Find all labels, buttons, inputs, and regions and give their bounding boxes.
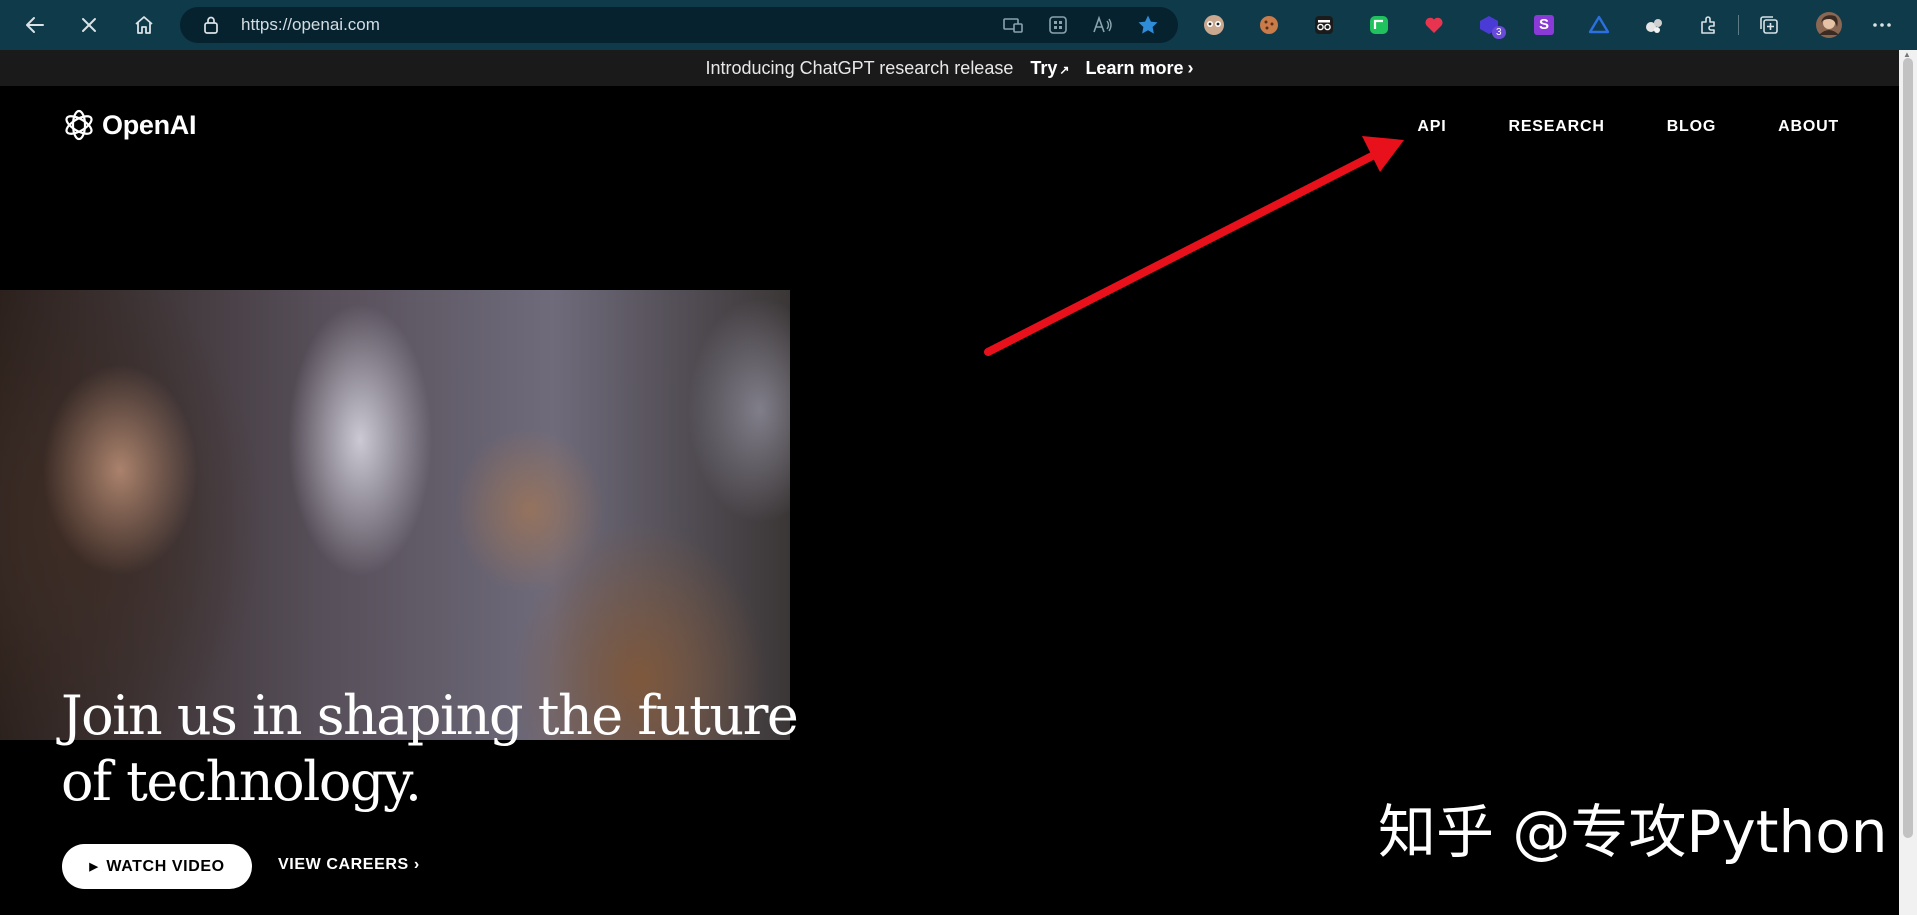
extension-badge-count: 3 [1492, 26, 1506, 39]
back-button[interactable] [17, 7, 53, 43]
s-extension-icon: S [1534, 15, 1554, 35]
page-viewport: Introducing ChatGPT research release Try… [0, 50, 1899, 915]
address-bar[interactable]: https://openai.com [180, 7, 1178, 43]
extensions-icon [1701, 16, 1715, 34]
collections-icon [1760, 16, 1778, 34]
green-chat-extension-icon [1370, 16, 1388, 34]
favorite-button[interactable] [1137, 14, 1159, 36]
extension-s-button[interactable]: S [1530, 11, 1558, 39]
extension-avatar-button[interactable] [1200, 11, 1228, 39]
apps-button[interactable] [1047, 14, 1069, 36]
toolbar-separator [1738, 15, 1739, 35]
site-info-button[interactable] [200, 14, 222, 36]
extensions-button[interactable] [1695, 11, 1723, 39]
extension-badge-button[interactable]: 3 [1475, 11, 1506, 39]
extension-drive-button[interactable] [1585, 11, 1613, 39]
home-icon [135, 16, 153, 34]
bubbles-icon [1646, 19, 1662, 33]
face-extension-icon [1204, 15, 1224, 35]
avatar-icon [1816, 12, 1842, 38]
extension-heart-button[interactable] [1420, 11, 1448, 39]
extension-cookie-button[interactable] [1255, 11, 1283, 39]
extension-incognito-button[interactable] [1310, 11, 1338, 39]
more-menu-icon [1873, 23, 1891, 27]
extension-green-button[interactable] [1365, 11, 1393, 39]
browser-toolbar: https://openai.com 3 S [0, 0, 1917, 51]
stop-loading-button[interactable] [71, 7, 107, 43]
profile-button[interactable] [1815, 11, 1843, 39]
read-aloud-button[interactable] [1092, 14, 1114, 36]
back-icon [26, 17, 44, 33]
home-button[interactable] [126, 7, 162, 43]
extension-bubbles-button[interactable] [1640, 11, 1668, 39]
lock-icon [204, 16, 218, 34]
stop-loading-icon [82, 18, 96, 32]
cookie-icon [1260, 16, 1278, 34]
zhihu-watermark: 知乎 @专攻Python [1378, 798, 1888, 866]
page-scrollbar[interactable]: ▲ [1899, 50, 1917, 915]
collections-button[interactable] [1755, 11, 1783, 39]
triangle-drive-icon [1588, 15, 1610, 34]
s-extension-letter: S [1538, 16, 1549, 33]
favorite-star-icon [1138, 15, 1158, 34]
app-available-button[interactable] [1002, 14, 1024, 36]
incognito-icon [1315, 16, 1333, 34]
app-available-icon [1003, 18, 1023, 33]
read-aloud-icon [1093, 15, 1112, 33]
apps-grid-icon [1049, 16, 1067, 34]
more-menu-button[interactable] [1868, 11, 1896, 39]
heart-icon [1425, 17, 1443, 33]
url-text[interactable]: https://openai.com [241, 7, 380, 43]
scroll-thumb[interactable] [1903, 58, 1913, 838]
